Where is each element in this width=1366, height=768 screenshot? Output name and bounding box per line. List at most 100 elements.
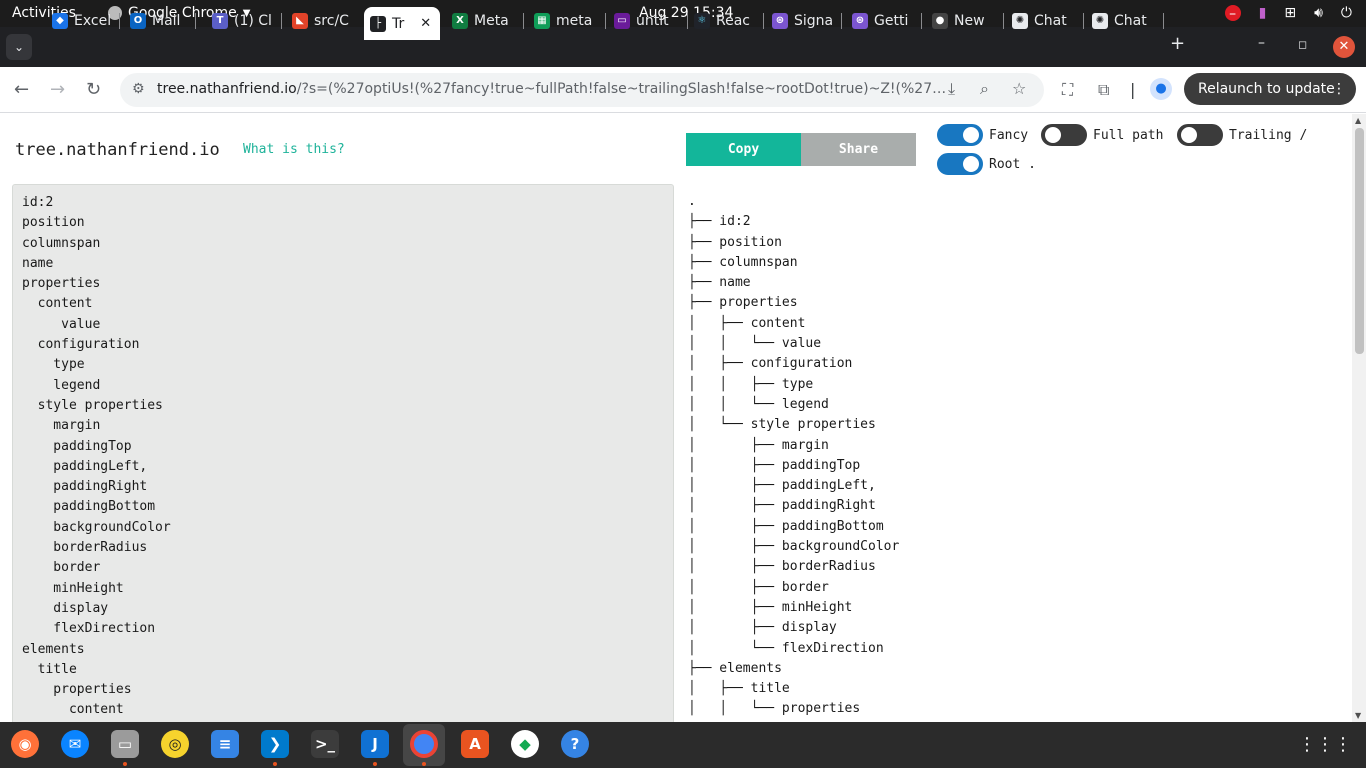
tab-label: meta xyxy=(556,12,593,29)
trailing-slash-toggle[interactable]: Trailing / xyxy=(1177,124,1307,146)
page-scrollbar[interactable]: ▲ ▼ xyxy=(1352,114,1366,722)
text-editor-icon[interactable]: ≡ xyxy=(211,730,239,758)
tree-input-editor[interactable]: id:2 position columnspan name properties… xyxy=(12,184,674,722)
share-button[interactable]: Share xyxy=(801,133,916,166)
tab-label: src/C xyxy=(314,12,349,29)
excel-icon: ◆ xyxy=(52,12,68,29)
scrollbar-thumb[interactable] xyxy=(1355,128,1364,354)
tab-label: Meta xyxy=(474,12,509,29)
tab-label: Chat xyxy=(1114,12,1147,29)
tab-react[interactable]: ⚛ Reac xyxy=(688,7,764,34)
tree-output-text: . ├── id:2 ├── position ├── columnspan ├… xyxy=(688,194,900,717)
volume-icon[interactable]: 🔊︎ xyxy=(1314,4,1323,22)
tab-tree-active[interactable]: ├ Tr ✕ xyxy=(364,7,440,40)
tree-icon: ├ xyxy=(370,15,386,32)
network-icon[interactable]: ⊞ xyxy=(1284,4,1296,22)
tab-chat-2[interactable]: ✺ Chat xyxy=(1086,7,1164,34)
root-dot-switch[interactable] xyxy=(937,153,983,175)
tab-close-icon[interactable]: ✕ xyxy=(420,16,431,31)
vscode-icon[interactable]: ❯ xyxy=(261,730,289,758)
page-content: tree.nathanfriend.io What is this? Copy … xyxy=(0,114,1352,722)
full-path-toggle[interactable]: Full path xyxy=(1041,124,1163,146)
tab-search-button[interactable]: ⌄ xyxy=(6,34,32,60)
tab-excel[interactable]: ◆ Excel xyxy=(46,7,120,34)
tab-new[interactable]: ● New xyxy=(926,7,1004,34)
firefox-icon[interactable]: ◉ xyxy=(11,730,39,758)
tab-meta[interactable]: X Meta xyxy=(446,7,524,34)
tree-input-text[interactable]: id:2 position columnspan name properties… xyxy=(22,193,171,721)
joplin-icon[interactable]: J xyxy=(361,730,389,758)
gitlab-icon: ◣ xyxy=(292,12,308,29)
fancy-switch[interactable] xyxy=(937,124,983,146)
tab-teams[interactable]: T (1) Cl xyxy=(206,7,282,34)
taskbar-dock: ◉ ✉ ▭ ◎ ≡ ❯ >_ J A ◆ ? ⋮⋮⋮ xyxy=(0,722,1366,768)
help-icon[interactable]: ? xyxy=(561,730,589,758)
bookmark-star-icon[interactable]: ☆ xyxy=(1012,79,1026,98)
files-icon[interactable]: ▭ xyxy=(111,730,139,758)
screenshot-icon[interactable]: ⛶ xyxy=(1062,80,1073,100)
reload-button[interactable]: ↻ xyxy=(86,79,101,100)
restore-button[interactable]: ◻ xyxy=(1298,38,1307,51)
relaunch-label: Relaunch to update xyxy=(1198,81,1335,97)
copy-button[interactable]: Copy xyxy=(686,133,801,166)
tree-output: . ├── id:2 ├── position ├── columnspan ├… xyxy=(686,192,1326,722)
rhythmbox-icon[interactable]: ◎ xyxy=(161,730,189,758)
back-button[interactable]: ← xyxy=(14,79,29,100)
scroll-up-icon[interactable]: ▲ xyxy=(1355,116,1361,125)
tab-label: Chat xyxy=(1034,12,1067,29)
tab-meta-sheets[interactable]: ▦ meta xyxy=(528,7,606,34)
extension-indicator-icon[interactable]: ▮ xyxy=(1259,4,1267,22)
show-apps-grid-icon[interactable]: ⋮⋮⋮ xyxy=(1298,734,1352,755)
scroll-down-icon[interactable]: ▼ xyxy=(1355,711,1361,720)
tab-mail[interactable]: O Mail xyxy=(124,7,196,34)
thunderbird-icon[interactable]: ✉ xyxy=(61,730,89,758)
app-center-icon[interactable]: A xyxy=(461,730,489,758)
tab-label: untit xyxy=(636,12,669,29)
full-path-switch[interactable] xyxy=(1041,124,1087,146)
what-is-this-link[interactable]: What is this? xyxy=(243,142,345,157)
site-info-icon[interactable]: ⚙ xyxy=(132,81,145,97)
tab-getting-started[interactable]: ⊛ Getti xyxy=(846,7,922,34)
new-tab-button[interactable]: + xyxy=(1170,33,1185,54)
tab-untitled[interactable]: ▭ untit xyxy=(608,7,688,34)
root-dot-label: Root . xyxy=(989,156,1036,172)
site-logo[interactable]: tree.nathanfriend.io xyxy=(15,140,220,160)
chrome-icon[interactable] xyxy=(410,730,438,758)
running-indicator xyxy=(422,762,426,766)
tab-label: Mail xyxy=(152,12,181,29)
profile-avatar-icon[interactable]: ● xyxy=(1150,78,1172,100)
power-icon[interactable]: ⏻ xyxy=(1341,4,1352,22)
trailing-slash-switch[interactable] xyxy=(1177,124,1223,146)
fancy-label: Fancy xyxy=(989,127,1029,143)
update-indicator-icon[interactable]: – xyxy=(1224,5,1241,22)
fancy-toggle[interactable]: Fancy xyxy=(937,124,1028,146)
tab-signal[interactable]: ⊛ Signa xyxy=(766,7,842,34)
running-indicator xyxy=(373,762,377,766)
window-close-button[interactable]: ✕ xyxy=(1333,36,1355,58)
zoom-icon[interactable]: ⌕ xyxy=(980,79,989,99)
terminal-icon[interactable]: >_ xyxy=(311,730,339,758)
full-path-label: Full path xyxy=(1093,127,1164,143)
trailing-slash-label: Trailing / xyxy=(1229,127,1308,143)
tab-label: Getti xyxy=(874,12,909,29)
minimize-button[interactable]: – xyxy=(1258,35,1265,51)
address-bar[interactable]: ⚙ tree.nathanfriend.io/?s=(%27optiUs!(%2… xyxy=(120,73,1044,107)
teams-icon: T xyxy=(212,12,228,29)
url-text[interactable]: tree.nathanfriend.io/?s=(%27optiUs!(%27f… xyxy=(157,81,947,97)
running-indicator xyxy=(123,762,127,766)
root-dot-toggle[interactable]: Root . xyxy=(937,153,1036,175)
openai-icon: ✺ xyxy=(1092,12,1108,29)
more-menu-icon[interactable]: ⋮ xyxy=(1332,73,1346,105)
tab-label: Reac xyxy=(716,12,750,29)
mongodb-compass-icon[interactable]: ◆ xyxy=(511,730,539,758)
relaunch-button[interactable]: Relaunch to update ⋮ xyxy=(1184,73,1356,105)
tab-chat-1[interactable]: ✺ Chat xyxy=(1006,7,1084,34)
extensions-icon[interactable]: ⧉ xyxy=(1098,80,1109,100)
install-app-icon[interactable]: ⤓ xyxy=(948,79,955,99)
system-tray[interactable]: – ▮ ⊞ 🔊︎ ⏻ xyxy=(1224,4,1352,22)
tab-label: Tr xyxy=(392,15,405,32)
tab-gitlab[interactable]: ◣ src/C xyxy=(286,7,358,34)
outlook-icon: O xyxy=(130,12,146,29)
forward-button[interactable]: → xyxy=(50,79,65,100)
sheets-icon: ▦ xyxy=(534,12,550,29)
